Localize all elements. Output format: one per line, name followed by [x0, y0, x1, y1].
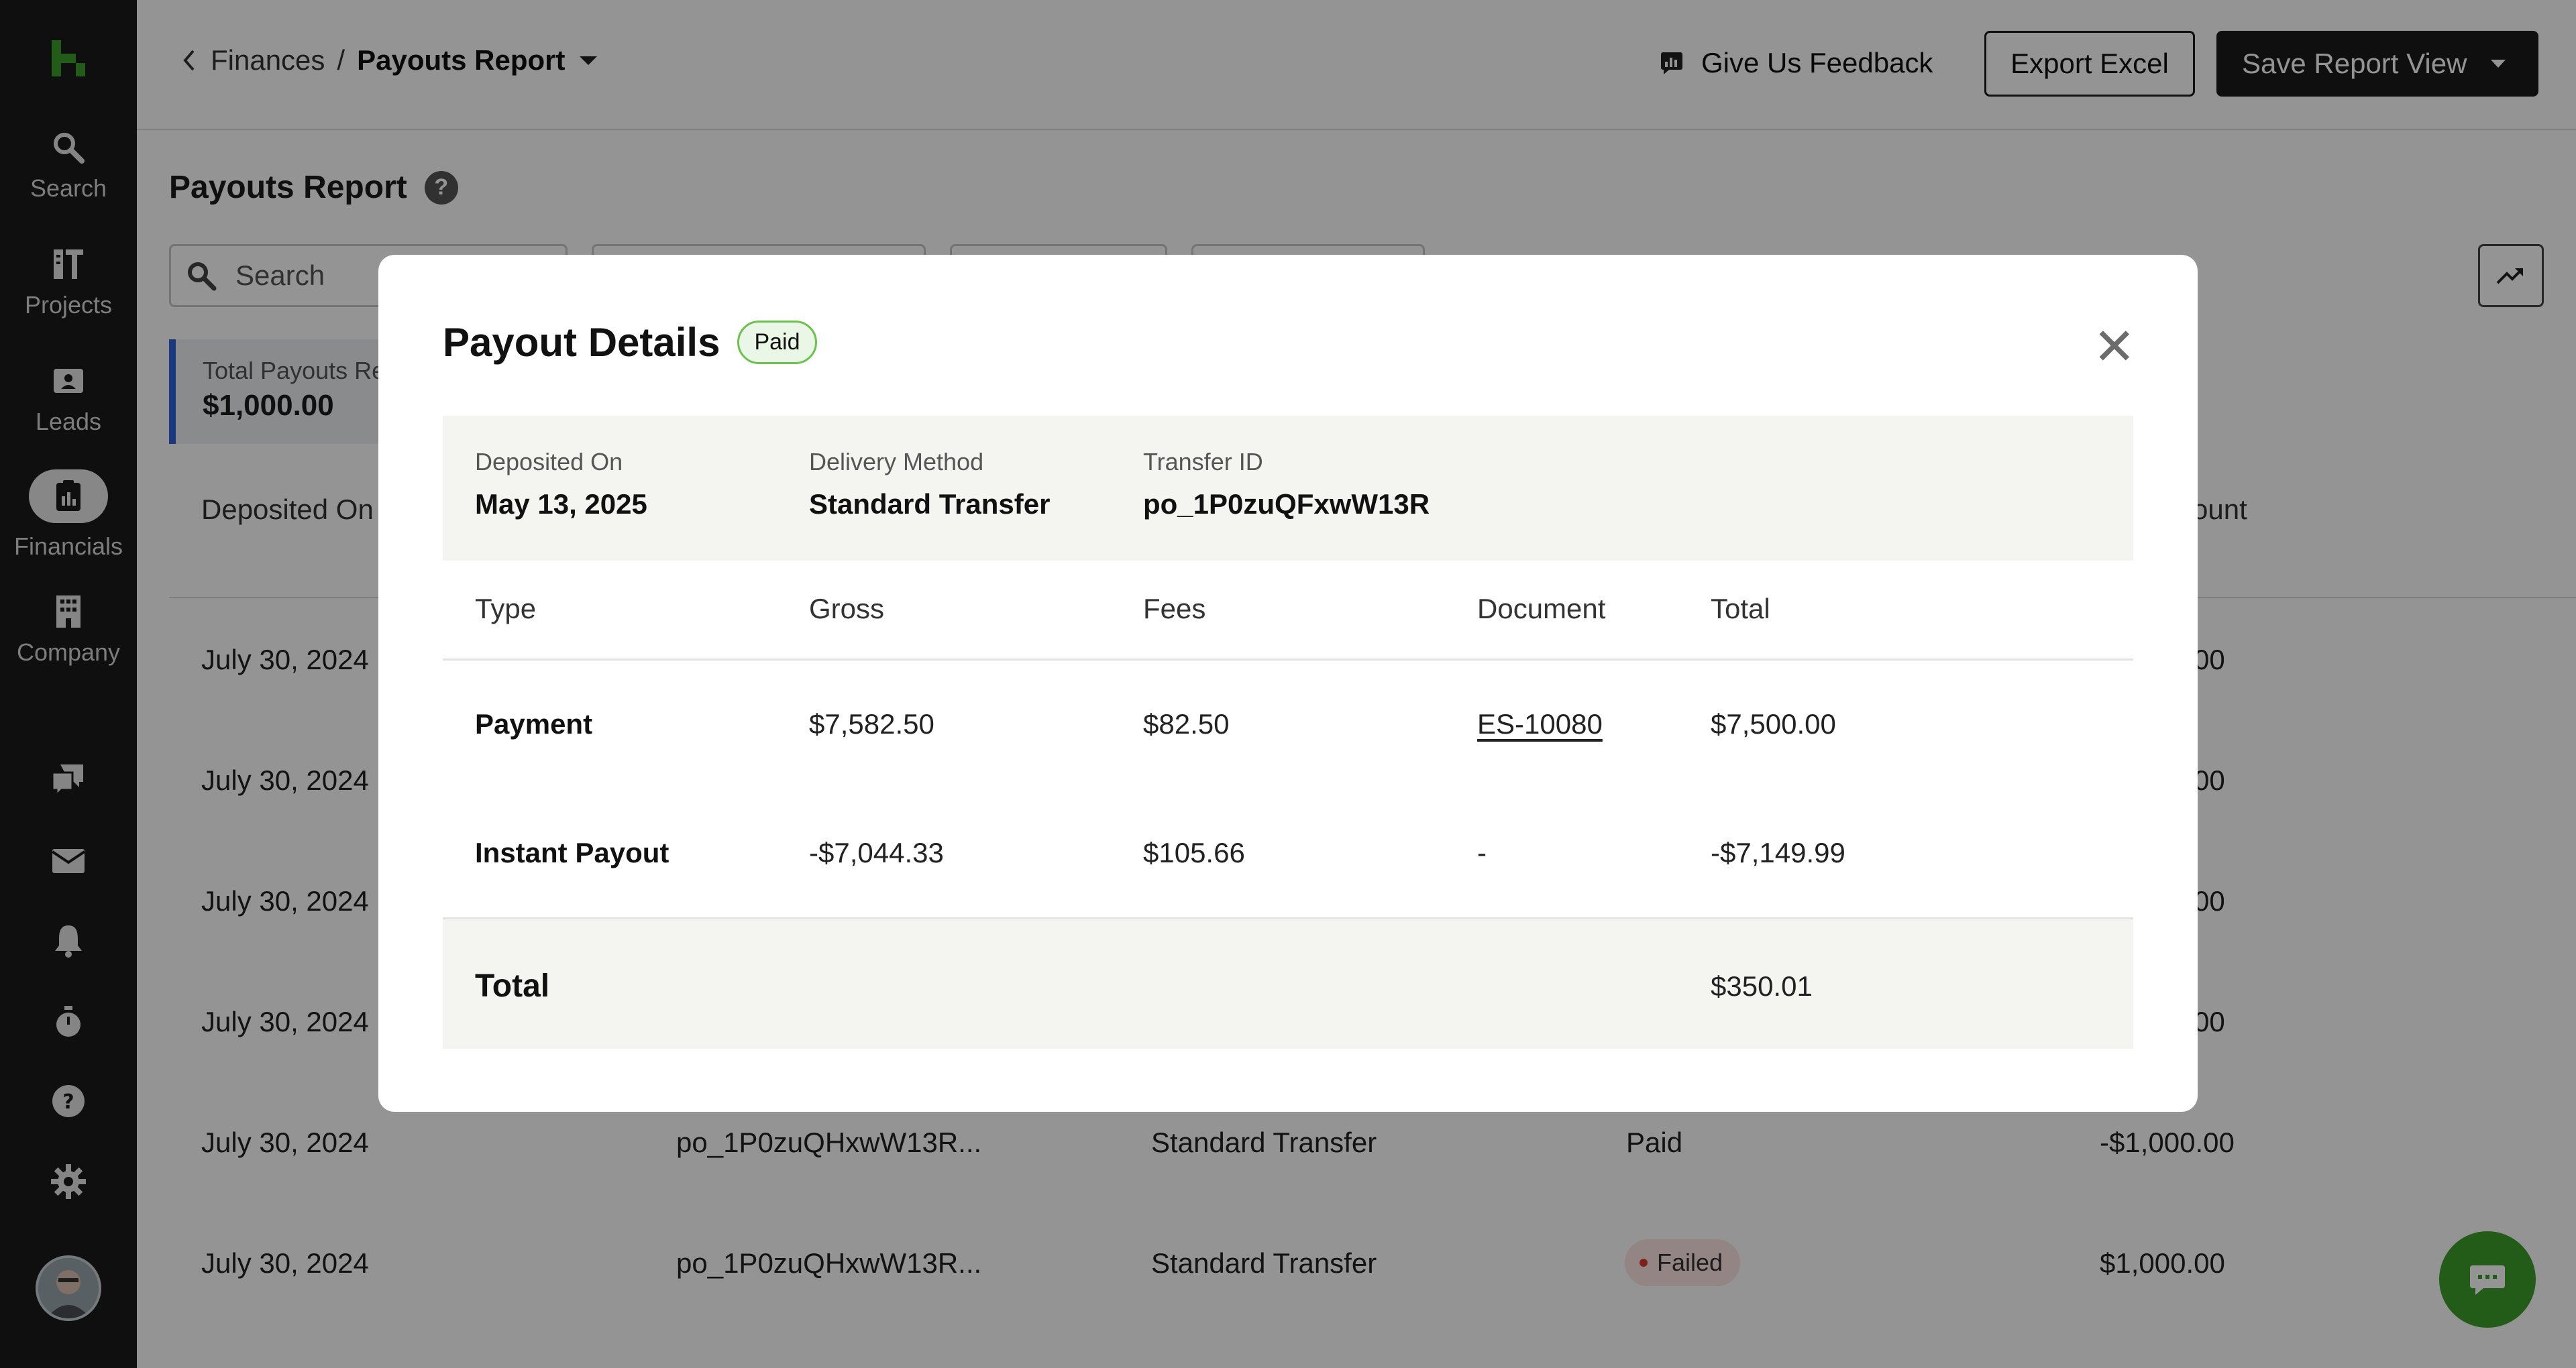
meta-label: Deposited On [475, 448, 623, 475]
row-gross: -$7,044.33 [809, 837, 944, 868]
column-header-type: Type [475, 593, 537, 624]
document-link[interactable]: ES-10080 [1477, 708, 1603, 740]
row-document: - [1477, 837, 1487, 868]
meta-value: May 13, 2025 [475, 488, 647, 520]
meta-value: po_1P0zuQFxwW13R [1143, 488, 1430, 520]
modal-title: Payout Details Paid [443, 319, 817, 365]
modal-title-text: Payout Details [443, 320, 720, 365]
row-gross: $7,582.50 [809, 708, 934, 740]
meta-value: Standard Transfer [809, 488, 1051, 520]
meta-label: Transfer ID [1143, 448, 1263, 475]
meta-label: Delivery Method [809, 448, 984, 475]
payout-details-modal: Payout Details Paid ✕ Deposited On May 1… [378, 255, 2198, 1112]
column-header-fees: Fees [1143, 593, 1206, 624]
total-row: Total $350.01 [443, 917, 2133, 1049]
table-header-divider [443, 659, 2133, 661]
column-header-gross: Gross [809, 593, 885, 624]
column-header-document: Document [1477, 593, 1606, 624]
row-fees: $105.66 [1143, 837, 1245, 868]
total-label: Total [475, 968, 550, 1004]
meta-transfer-id: Transfer ID po_1P0zuQFxwW13R [1143, 448, 1430, 520]
payout-meta-panel: Deposited On May 13, 2025 Delivery Metho… [443, 416, 2133, 561]
meta-deposited-on: Deposited On May 13, 2025 [475, 448, 647, 520]
row-type: Payment [475, 708, 593, 740]
column-header-total: Total [1711, 593, 1770, 624]
row-total: $7,500.00 [1711, 708, 1836, 740]
row-total: -$7,149.99 [1711, 837, 1845, 868]
row-fees: $82.50 [1143, 708, 1230, 740]
meta-delivery-method: Delivery Method Standard Transfer [809, 448, 1050, 520]
close-icon[interactable]: ✕ [2093, 322, 2136, 373]
row-type: Instant Payout [475, 837, 669, 868]
total-value: $350.01 [1711, 970, 1813, 1002]
status-badge-paid: Paid [737, 321, 817, 364]
